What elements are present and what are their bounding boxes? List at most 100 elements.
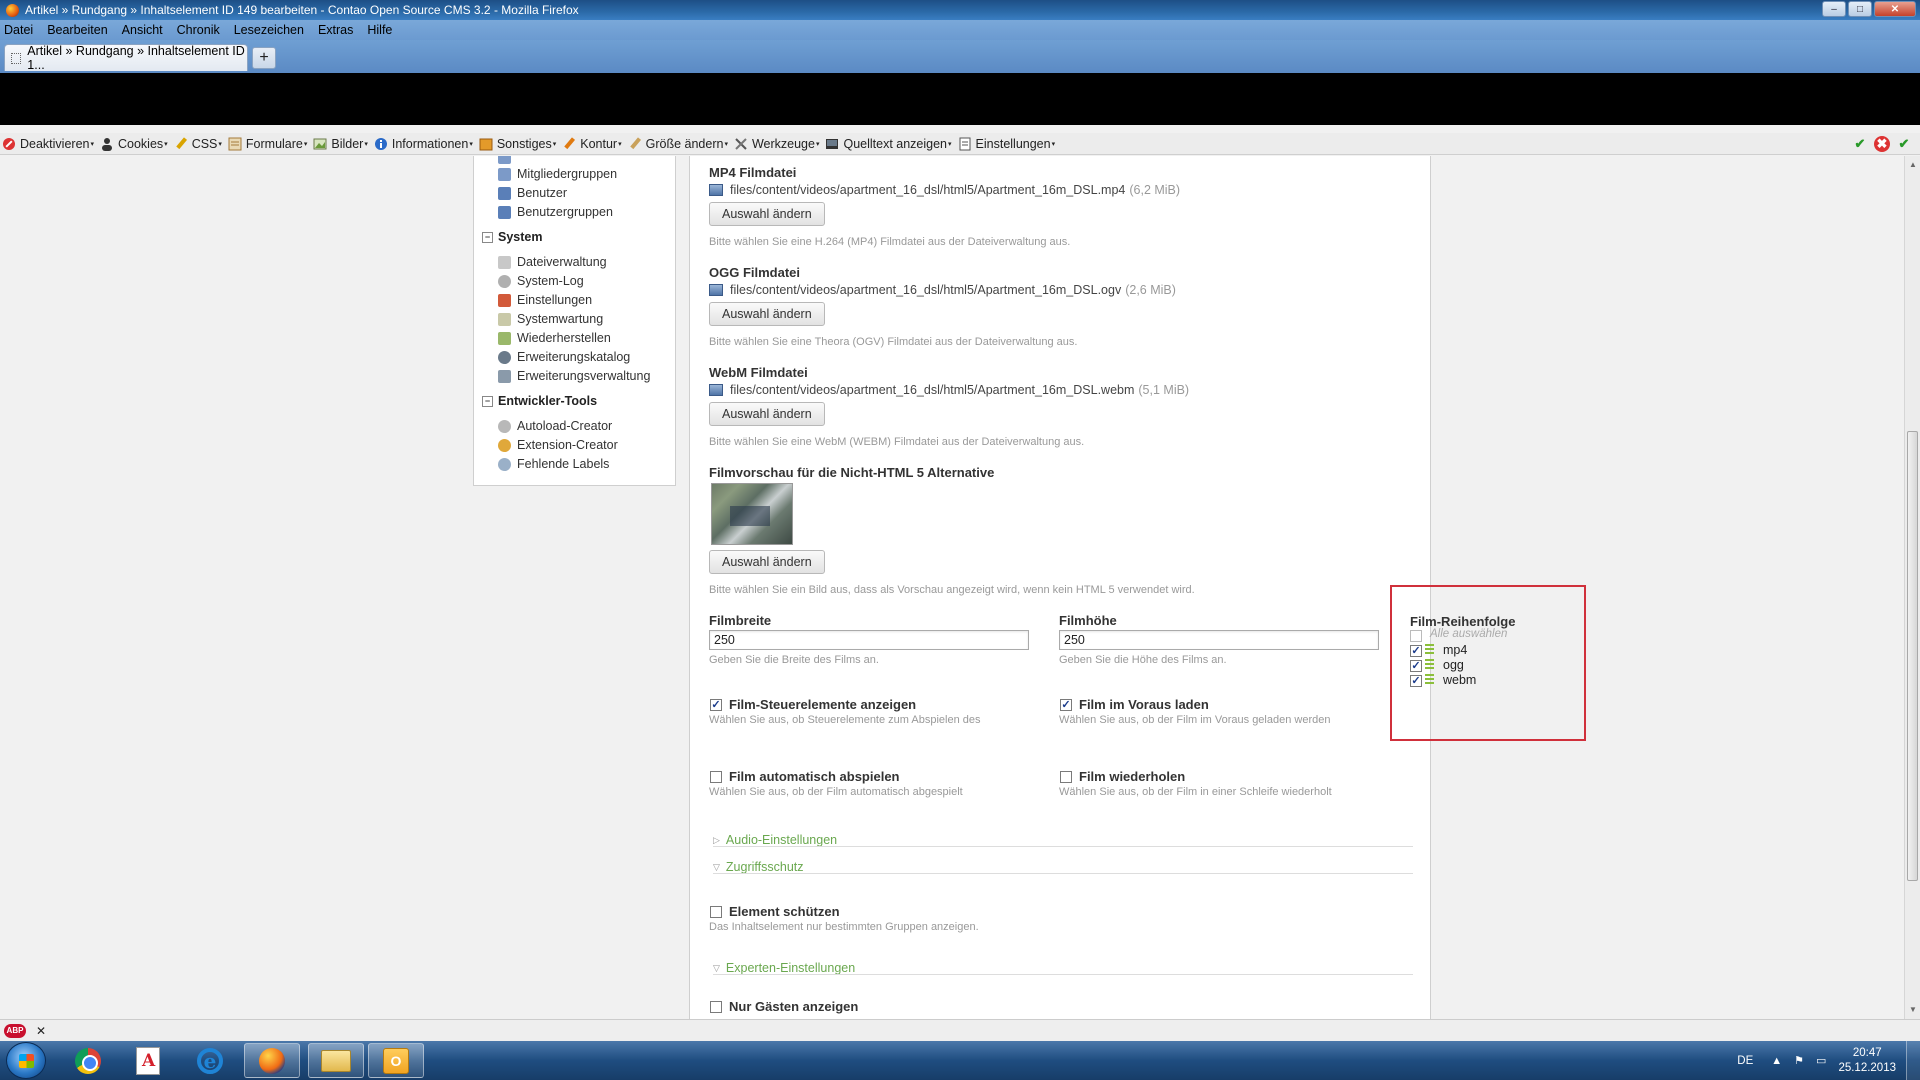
scrollbar-thumb[interactable] [1907, 431, 1918, 881]
nav-item-dateiverwaltung[interactable]: Dateiverwaltung [498, 253, 607, 271]
wd-kontur[interactable]: Kontur ▾ [562, 137, 622, 151]
loop-checkbox[interactable] [1060, 771, 1072, 783]
pencil-icon [174, 136, 188, 151]
wd-quelltext[interactable]: Quelltext anzeigen ▾ [825, 136, 952, 151]
scroll-down-icon[interactable]: ▼ [1909, 1005, 1917, 1014]
restore-icon [498, 331, 511, 345]
tray-expand-icon[interactable]: ▲ [1771, 1055, 1782, 1067]
menu-lesezeichen[interactable]: Lesezeichen [234, 23, 304, 37]
nav-group-entwickler-tools[interactable]: − Entwickler-Tools [482, 392, 597, 410]
clock[interactable]: 20:47 25.12.2013 [1838, 1046, 1896, 1076]
extension-manager-icon [498, 369, 511, 383]
wd-informationen[interactable]: Informationen ▾ [374, 137, 473, 151]
taskbar-internet-explorer[interactable]: e [182, 1043, 238, 1078]
error-icon[interactable]: ✖ [1874, 136, 1890, 152]
nav-item-fehlende-labels[interactable]: Fehlende Labels [498, 455, 609, 473]
wd-label: Quelltext anzeigen [843, 136, 948, 151]
webm-change-button[interactable]: Auswahl ändern [709, 402, 825, 426]
show-desktop-button[interactable] [1906, 1041, 1920, 1080]
menu-datei[interactable]: Datei [4, 23, 33, 37]
taskbar-outlook[interactable]: O [368, 1043, 424, 1078]
taskbar-acrobat[interactable] [120, 1043, 176, 1078]
width-input[interactable]: 250 [709, 630, 1029, 650]
start-button[interactable] [6, 1042, 46, 1079]
nav-label: Wiederherstellen [517, 331, 611, 345]
wd-css[interactable]: CSS ▾ [174, 137, 222, 151]
network-icon[interactable]: ▭ [1816, 1054, 1826, 1067]
wd-groesse-aendern[interactable]: Größe ändern ▾ [628, 137, 728, 151]
autoplay-checkbox[interactable] [710, 771, 722, 783]
wd-einstellungen[interactable]: Einstellungen ▾ [958, 137, 1055, 151]
menu-extras[interactable]: Extras [318, 23, 353, 37]
info-icon [374, 137, 388, 151]
window-title-bar: Artikel » Rundgang » Inhaltselement ID 1… [0, 0, 1920, 20]
css-valid-icon[interactable]: ✔ [1852, 136, 1868, 152]
preview-change-button[interactable]: Auswahl ändern [709, 550, 825, 574]
taskbar-chrome[interactable] [60, 1043, 116, 1078]
close-window-button[interactable]: ✕ [1874, 1, 1916, 17]
menu-chronik[interactable]: Chronik [177, 23, 220, 37]
menu-ansicht[interactable]: Ansicht [122, 23, 163, 37]
nav-item-benutzergruppen[interactable]: Benutzergruppen [498, 203, 613, 221]
legend-label: Experten-Einstellungen [725, 961, 856, 975]
disable-icon [2, 137, 16, 151]
close-addon-bar-icon[interactable]: ✕ [36, 1024, 46, 1038]
minimize-button[interactable]: – [1822, 1, 1846, 17]
nav-item-extension-creator[interactable]: Extension-Creator [498, 436, 618, 454]
maximize-button[interactable]: □ [1848, 1, 1872, 17]
new-tab-button[interactable]: + [252, 47, 276, 69]
caret-icon: ▾ [724, 140, 728, 148]
wd-werkzeuge[interactable]: Werkzeuge ▾ [734, 137, 819, 151]
preview-thumbnail[interactable] [711, 483, 793, 545]
ogg-file: files/content/videos/apartment_16_dsl/ht… [709, 283, 1176, 297]
edit-form: MP4 Filmdatei files/content/videos/apart… [689, 156, 1431, 1019]
nav-group-system[interactable]: − System [482, 228, 542, 246]
firefox-icon [6, 3, 19, 17]
caret-icon: ▾ [90, 140, 94, 148]
wd-cookies[interactable]: Cookies ▾ [100, 137, 168, 151]
scroll-up-icon[interactable]: ▲ [1909, 160, 1917, 169]
ogg-change-button[interactable]: Auswahl ändern [709, 302, 825, 326]
height-label: Filmhöhe [1059, 613, 1117, 628]
wd-deaktivieren[interactable]: Deaktivieren ▾ [2, 137, 94, 151]
ogg-file-path: files/content/videos/apartment_16_dsl/ht… [730, 283, 1122, 297]
nav-item-system-log[interactable]: System-Log [498, 272, 584, 290]
controls-help: Wählen Sie aus, ob Steuerelemente zum Ab… [709, 714, 981, 726]
nav-group-label: Entwickler-Tools [498, 394, 598, 408]
height-input[interactable]: 250 [1059, 630, 1379, 650]
nav-item-mitgliedergruppen[interactable]: Mitgliedergruppen [498, 165, 617, 183]
taskbar-explorer[interactable] [308, 1043, 364, 1078]
mp4-label: MP4 Filmdatei [709, 165, 797, 180]
nav-item-wiederherstellen[interactable]: Wiederherstellen [498, 329, 611, 347]
protect-checkbox[interactable] [710, 906, 722, 918]
mp4-change-button[interactable]: Auswahl ändern [709, 202, 825, 226]
video-file-icon [709, 384, 723, 396]
nav-item-autoload-creator[interactable]: Autoload-Creator [498, 417, 612, 435]
nav-item-systemwartung[interactable]: Systemwartung [498, 310, 603, 328]
browser-tab[interactable]: Artikel » Rundgang » Inhaltselement ID 1… [4, 44, 248, 72]
settings-icon [958, 137, 972, 151]
nav-item-erweiterungskatalog[interactable]: Erweiterungskatalog [498, 348, 630, 366]
action-center-flag-icon[interactable]: ⚑ [1794, 1054, 1804, 1067]
wd-sonstiges[interactable]: Sonstiges ▾ [479, 137, 556, 151]
wd-bilder[interactable]: Bilder ▾ [313, 137, 368, 151]
log-icon [498, 274, 511, 288]
legend-expert-settings[interactable]: ▽ Experten-Einstellungen [713, 961, 855, 975]
menu-bearbeiten[interactable]: Bearbeiten [47, 23, 107, 37]
legend-access-protection[interactable]: ▽ Zugriffsschutz [713, 860, 804, 874]
menu-hilfe[interactable]: Hilfe [367, 23, 392, 37]
webm-help: Bitte wählen Sie eine WebM (WEBM) Filmda… [709, 436, 1085, 448]
language-indicator[interactable]: DE [1737, 1055, 1753, 1067]
nav-item-erweiterungsverwaltung[interactable]: Erweiterungsverwaltung [498, 367, 650, 385]
guests-checkbox[interactable] [710, 1001, 722, 1013]
vertical-scrollbar[interactable]: ▲ ▼ [1904, 156, 1920, 1019]
adblock-icon[interactable]: ABP [4, 1023, 26, 1038]
legend-audio-settings[interactable]: ▷ Audio-Einstellungen [713, 833, 837, 847]
nav-item-einstellungen[interactable]: Einstellungen [498, 291, 592, 309]
taskbar-firefox[interactable] [244, 1043, 300, 1078]
nav-item-benutzer[interactable]: Benutzer [498, 184, 567, 202]
wd-formulare[interactable]: Formulare ▾ [228, 137, 307, 151]
preload-checkbox[interactable] [1060, 699, 1072, 711]
controls-checkbox[interactable] [710, 699, 722, 711]
js-valid-icon[interactable]: ✔ [1896, 136, 1912, 152]
